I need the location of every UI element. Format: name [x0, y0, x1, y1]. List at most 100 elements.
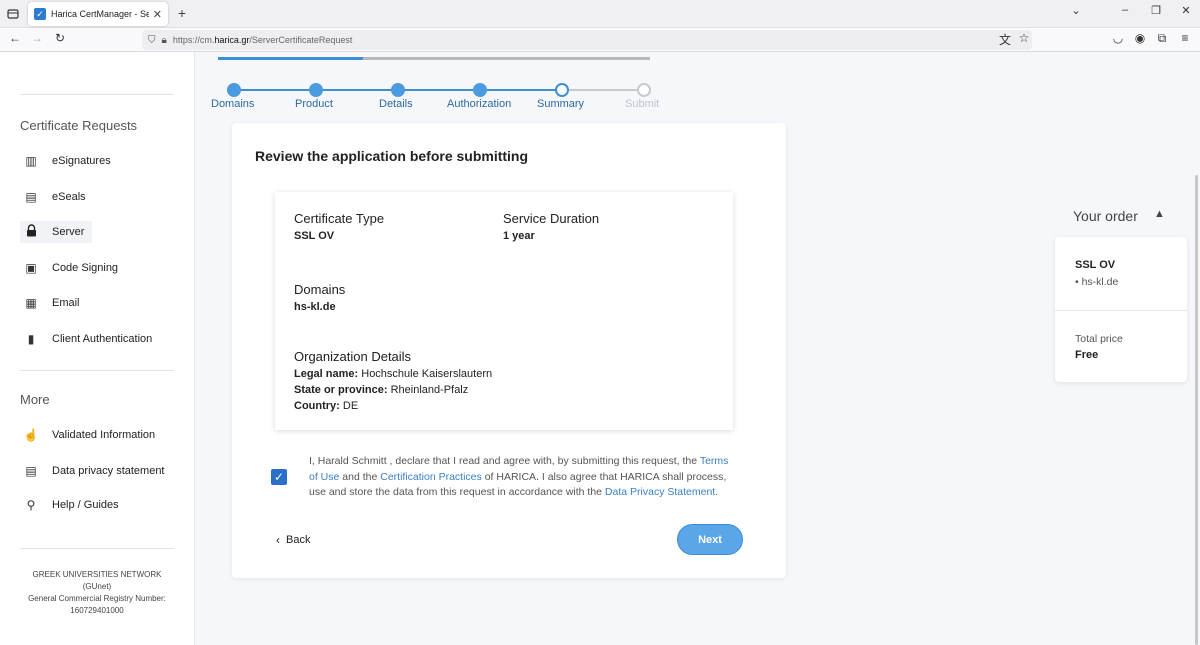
- sidebar-divider: [20, 94, 174, 95]
- country-row: Country: DE: [294, 400, 358, 412]
- sidebar-item-label: eSignatures: [52, 155, 111, 167]
- chevron-up-icon[interactable]: ▲: [1154, 208, 1165, 220]
- sidebar-item-data-privacy-statement[interactable]: ▤ Data privacy statement: [20, 460, 173, 482]
- data-privacy-statement-link[interactable]: Data Privacy Statement: [605, 486, 715, 498]
- badge-icon: ▮: [27, 332, 35, 346]
- step-dot-domains[interactable]: [227, 83, 241, 97]
- sidebar-section-certificate-requests: Certificate Requests: [20, 118, 138, 133]
- order-product: SSL OV: [1075, 259, 1116, 271]
- browser-tab-bar: ✓ Harica CertManager - Server Ce ✕ + ⌄ –…: [0, 0, 1200, 28]
- next-button[interactable]: Next: [677, 524, 743, 555]
- sidebar-item-validated-information[interactable]: ☝ Validated Information: [20, 424, 163, 446]
- extensions-icon[interactable]: ⧉: [1153, 31, 1171, 46]
- url-domain: harica.gr: [214, 35, 250, 45]
- browser-nav-bar: ← → ↻ ⛉ 🔒︎ https://cm. harica.gr/ServerCe…: [0, 28, 1200, 52]
- lock-icon[interactable]: 🔒︎: [162, 35, 167, 46]
- declaration-part: .: [715, 486, 719, 498]
- state-label: State or province:: [294, 384, 388, 396]
- email-icon: ▦: [25, 296, 37, 310]
- restore-icon[interactable]: ❐: [1146, 4, 1166, 17]
- page-scrollbar[interactable]: [1195, 175, 1198, 645]
- sidebar-divider: [20, 548, 174, 549]
- footer-line: 160729401000: [70, 606, 124, 615]
- step-label-authorization[interactable]: Authorization: [447, 98, 511, 110]
- sidebar-item-help-guides[interactable]: ⚲ Help / Guides: [20, 494, 127, 516]
- sidebar-item-code-signing[interactable]: ▣ Code Signing: [20, 257, 126, 279]
- sidebar-item-email[interactable]: ▦ Email: [20, 292, 88, 314]
- reload-icon[interactable]: ↻: [51, 31, 69, 45]
- forward-arrow-icon[interactable]: →: [28, 31, 46, 45]
- your-order-title: Your order: [1073, 208, 1138, 224]
- step-label-details[interactable]: Details: [379, 98, 413, 110]
- sidebar-item-label: Email: [52, 297, 80, 309]
- account-icon[interactable]: ◉: [1131, 31, 1149, 45]
- step-label-product[interactable]: Product: [295, 98, 333, 110]
- top-progress-fill: [218, 57, 363, 60]
- menu-icon[interactable]: ≡: [1176, 31, 1194, 45]
- translate-icon[interactable]: 文: [996, 31, 1014, 48]
- legal-name-row: Legal name: Hochschule Kaiserslautern: [294, 368, 492, 380]
- declaration-text: I, Harald Schmitt , declare that I read …: [309, 454, 739, 501]
- hand-icon: ☝: [23, 428, 39, 442]
- sidebar-item-esignatures[interactable]: ▥ eSignatures: [20, 150, 119, 172]
- top-progress-bar: [218, 57, 650, 60]
- sidebar: Certificate Requests ▥ eSignatures ▤ eSe…: [0, 52, 195, 645]
- sidebar-item-label: Data privacy statement: [52, 465, 165, 477]
- sidebar-footer: GREEK UNIVERSITIES NETWORK (GUnet) Gener…: [20, 569, 174, 617]
- declaration-part: and the: [339, 470, 381, 483]
- organization-details-label: Organization Details: [294, 349, 412, 364]
- close-tab-icon[interactable]: ✕: [153, 8, 162, 21]
- stepper-line-todo: [562, 89, 644, 91]
- step-label-summary[interactable]: Summary: [537, 98, 584, 110]
- new-tab-icon[interactable]: +: [174, 5, 190, 21]
- state-row: State or province: Rheinland-Pfalz: [294, 384, 468, 396]
- footer-line: GREEK UNIVERSITIES NETWORK: [32, 570, 162, 579]
- sidebar-item-label: Client Authentication: [52, 333, 153, 345]
- help-icon: ⚲: [26, 498, 36, 512]
- step-label-domains[interactable]: Domains: [211, 98, 254, 110]
- sidebar-divider: [20, 370, 174, 371]
- checkmark-icon: ✓: [273, 470, 285, 484]
- certificate-type-label: Certificate Type: [294, 211, 385, 226]
- certification-practices-link[interactable]: Certification Practices: [380, 471, 482, 483]
- shield-icon[interactable]: ⛉: [148, 35, 156, 46]
- footer-line: General Commercial Registry Number:: [28, 594, 166, 603]
- minimize-icon[interactable]: –: [1115, 4, 1135, 16]
- lock-icon: [20, 224, 42, 240]
- sidebar-item-label: Code Signing: [52, 262, 119, 274]
- step-dot-details[interactable]: [391, 83, 405, 97]
- bookmark-star-icon[interactable]: ☆: [1015, 31, 1033, 45]
- sidebar-item-client-authentication[interactable]: ▮ Client Authentication: [20, 328, 160, 350]
- url-path: /ServerCertificateRequest: [249, 35, 353, 45]
- sidebar-item-server[interactable]: Server: [20, 221, 93, 243]
- address-bar[interactable]: ⛉ 🔒︎ https://cm. harica.gr/ServerCertific…: [142, 30, 1032, 50]
- agree-checkbox[interactable]: ✓: [271, 469, 287, 485]
- step-dot-summary[interactable]: [555, 83, 569, 97]
- document-icon: ▤: [25, 464, 37, 478]
- chevron-left-icon: ‹: [276, 533, 280, 547]
- signature-icon: ▥: [25, 154, 37, 168]
- domains-value: hs-kl.de: [294, 301, 336, 313]
- service-duration-label: Service Duration: [503, 211, 600, 226]
- legal-name-label: Legal name:: [294, 368, 359, 380]
- sidebar-item-label: Validated Information: [52, 429, 156, 441]
- state-value: Rheinland-Pfalz: [390, 384, 469, 396]
- step-dot-authorization[interactable]: [473, 83, 487, 97]
- country-value: DE: [342, 400, 359, 412]
- domains-label: Domains: [294, 282, 346, 297]
- close-window-icon[interactable]: ✕: [1176, 4, 1196, 17]
- sidebar-section-more: More: [20, 392, 50, 407]
- tab-overflow-chevron-icon[interactable]: ⌄: [1066, 4, 1086, 17]
- declaration-part: I, Harald Schmitt , declare that I read …: [309, 455, 700, 467]
- order-divider: [1055, 310, 1187, 311]
- pocket-icon[interactable]: ◡: [1109, 31, 1127, 45]
- step-dot-product[interactable]: [309, 83, 323, 97]
- tab-list-icon[interactable]: [4, 5, 22, 23]
- service-duration-value: 1 year: [503, 230, 535, 242]
- back-button[interactable]: ‹ Back: [276, 533, 310, 547]
- sidebar-item-eseals[interactable]: ▤ eSeals: [20, 186, 94, 208]
- browser-tab[interactable]: ✓ Harica CertManager - Server Ce ✕: [28, 2, 168, 26]
- back-arrow-icon[interactable]: ←: [6, 31, 24, 45]
- review-card: Review the application before submitting…: [232, 123, 786, 578]
- step-label-submit: Submit: [625, 98, 660, 110]
